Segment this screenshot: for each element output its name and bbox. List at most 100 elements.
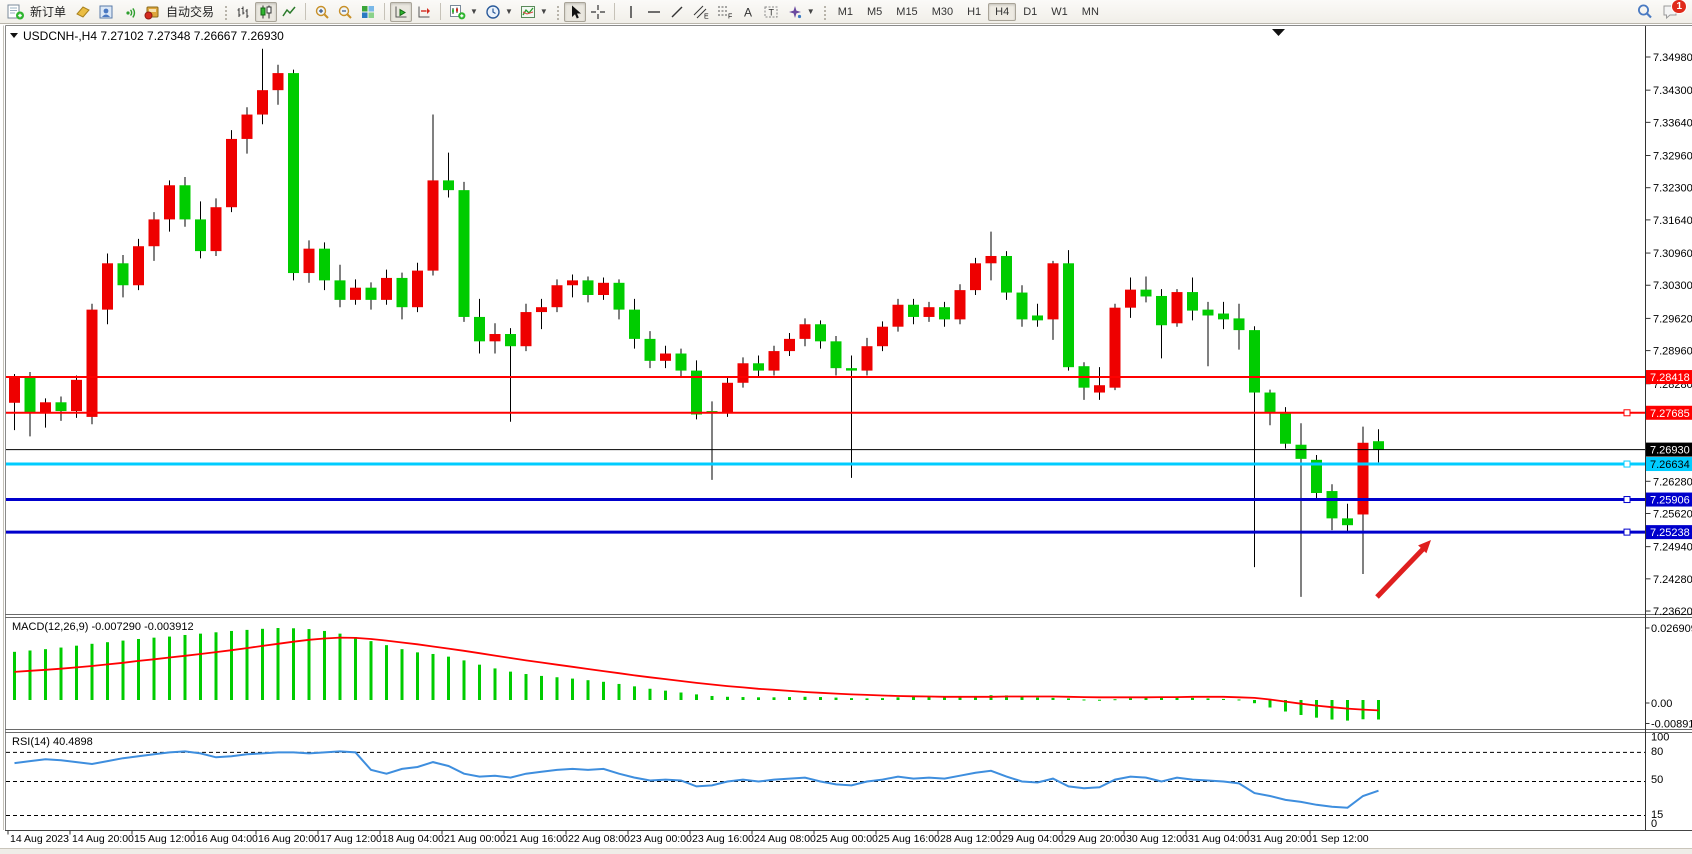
chart-window[interactable]: USDCNH-,H4 7.27102 7.27348 7.26667 7.269… — [0, 24, 1692, 848]
trendline-button[interactable] — [666, 2, 688, 22]
candlestick-chart-button[interactable] — [255, 2, 277, 22]
svg-text:7.24940: 7.24940 — [1653, 542, 1692, 554]
candle — [195, 219, 206, 251]
macd-bar — [525, 674, 528, 700]
clock-icon — [485, 4, 501, 20]
svg-text:7.25620: 7.25620 — [1653, 508, 1692, 520]
toolbar-grip[interactable] — [822, 4, 827, 20]
macd-bar — [277, 628, 280, 700]
annotation-arrow[interactable] — [1377, 540, 1431, 597]
templates-button[interactable]: ▼ — [517, 2, 551, 22]
hline-handle[interactable] — [1624, 529, 1630, 535]
timeframe-button-mn[interactable]: MN — [1075, 3, 1106, 21]
macd-bar — [726, 697, 729, 700]
text-button[interactable]: A — [737, 2, 759, 22]
macd-bar — [866, 698, 869, 700]
timeframe-button-m1[interactable]: M1 — [831, 3, 860, 21]
timeframe-button-m15[interactable]: M15 — [889, 3, 924, 21]
candle — [118, 263, 129, 285]
macd-bar — [261, 629, 264, 700]
svg-text:RSI(14) 40.4898: RSI(14) 40.4898 — [12, 736, 93, 748]
timeframe-button-d1[interactable]: D1 — [1016, 3, 1044, 21]
timeframe-button-m5[interactable]: M5 — [860, 3, 889, 21]
svg-text:7.34300: 7.34300 — [1653, 85, 1692, 97]
candle — [1063, 263, 1074, 367]
vertical-line-button[interactable] — [620, 2, 642, 22]
auto-trading-button[interactable]: 自动交易 — [141, 2, 219, 22]
notification-badge: 1 — [1671, 0, 1687, 14]
toolbar-grip[interactable] — [555, 4, 560, 20]
macd-bar — [168, 637, 171, 700]
fibonacci-button[interactable]: F — [713, 2, 736, 22]
macd-bar — [742, 697, 745, 700]
svg-text:7.28418: 7.28418 — [1650, 372, 1690, 384]
zoom-in-button[interactable] — [311, 2, 333, 22]
svg-text:29 Aug 20:00: 29 Aug 20:00 — [1064, 833, 1126, 845]
arrows-button[interactable]: ▼ — [784, 2, 818, 22]
zoom-out-button[interactable] — [334, 2, 356, 22]
timeframe-button-w1[interactable]: W1 — [1044, 3, 1075, 21]
svg-text:0.00: 0.00 — [1651, 698, 1672, 710]
chevron-down-icon: ▼ — [505, 7, 513, 16]
timeframe-button-h4[interactable]: H4 — [988, 3, 1016, 21]
macd-bar — [13, 652, 16, 700]
hline-handle[interactable] — [1624, 497, 1630, 503]
svg-text:25 Aug 00:00: 25 Aug 00:00 — [816, 833, 878, 845]
toolbar-grip[interactable] — [223, 4, 228, 20]
time-axis[interactable]: 14 Aug 202314 Aug 20:0015 Aug 12:0016 Au… — [8, 831, 1369, 846]
candle — [412, 271, 423, 308]
candle — [986, 256, 997, 263]
notifications-button[interactable]: 1 — [1658, 2, 1682, 22]
macd-bar — [835, 698, 838, 700]
candle — [815, 324, 826, 341]
tile-windows-button[interactable] — [357, 2, 379, 22]
chart-shift-button[interactable] — [413, 2, 435, 22]
chart-shift-marker[interactable] — [1272, 29, 1285, 36]
bar-chart-button[interactable] — [232, 2, 254, 22]
timeframe-button-h1[interactable]: H1 — [960, 3, 988, 21]
new-chart-button[interactable]: ▼ — [446, 2, 481, 22]
candle — [149, 219, 160, 246]
macd-bar — [618, 684, 621, 700]
candle — [924, 307, 935, 317]
macd-bar — [897, 697, 900, 700]
svg-text:T: T — [768, 7, 774, 17]
horizontal-line-button[interactable] — [643, 2, 665, 22]
periods-button[interactable]: ▼ — [482, 2, 516, 22]
hline-handle[interactable] — [1624, 410, 1630, 416]
candle — [660, 354, 671, 361]
text-label-button[interactable]: T — [760, 2, 783, 22]
svg-text:16 Aug 04:00: 16 Aug 04:00 — [196, 833, 258, 845]
chart-profile-button[interactable] — [72, 2, 94, 22]
macd-panel: MACD(12,26,9) -0.007290 -0.0039120.02690… — [12, 621, 1692, 731]
svg-text:A: A — [744, 5, 752, 19]
candle — [831, 341, 842, 368]
signals-button[interactable] — [118, 2, 140, 22]
candle — [676, 354, 687, 371]
macd-bar — [1191, 698, 1194, 700]
candle — [304, 249, 315, 273]
cursor-button[interactable] — [564, 2, 586, 22]
market-profile-button[interactable] — [95, 2, 117, 22]
crosshair-button[interactable] — [587, 2, 609, 22]
svg-text:14 Aug 20:00: 14 Aug 20:00 — [72, 833, 134, 845]
macd-bar — [602, 682, 605, 700]
new-order-button[interactable]: 新订单 — [4, 2, 71, 22]
price-axis[interactable]: 7.349807.343007.336407.329607.323007.316… — [1646, 52, 1692, 618]
candle — [1156, 296, 1167, 325]
auto-scroll-button[interactable] — [390, 2, 412, 22]
search-button[interactable] — [1633, 2, 1657, 22]
macd-bar — [463, 660, 466, 700]
timeframe-button-m30[interactable]: M30 — [925, 3, 960, 21]
svg-text:7.33640: 7.33640 — [1653, 117, 1692, 129]
equidistant-channel-button[interactable]: E — [689, 2, 712, 22]
candle — [970, 263, 981, 290]
svg-text:31 Aug 20:00: 31 Aug 20:00 — [1250, 833, 1312, 845]
hline-handle[interactable] — [1624, 461, 1630, 467]
symbol-dropdown-icon[interactable] — [10, 33, 18, 38]
chart-canvas[interactable]: USDCNH-,H4 7.27102 7.27348 7.26667 7.269… — [0, 24, 1692, 848]
candle — [536, 307, 547, 312]
horizontal-lines[interactable] — [6, 377, 1645, 535]
line-chart-button[interactable] — [278, 2, 300, 22]
svg-text:7.26280: 7.26280 — [1653, 476, 1692, 488]
